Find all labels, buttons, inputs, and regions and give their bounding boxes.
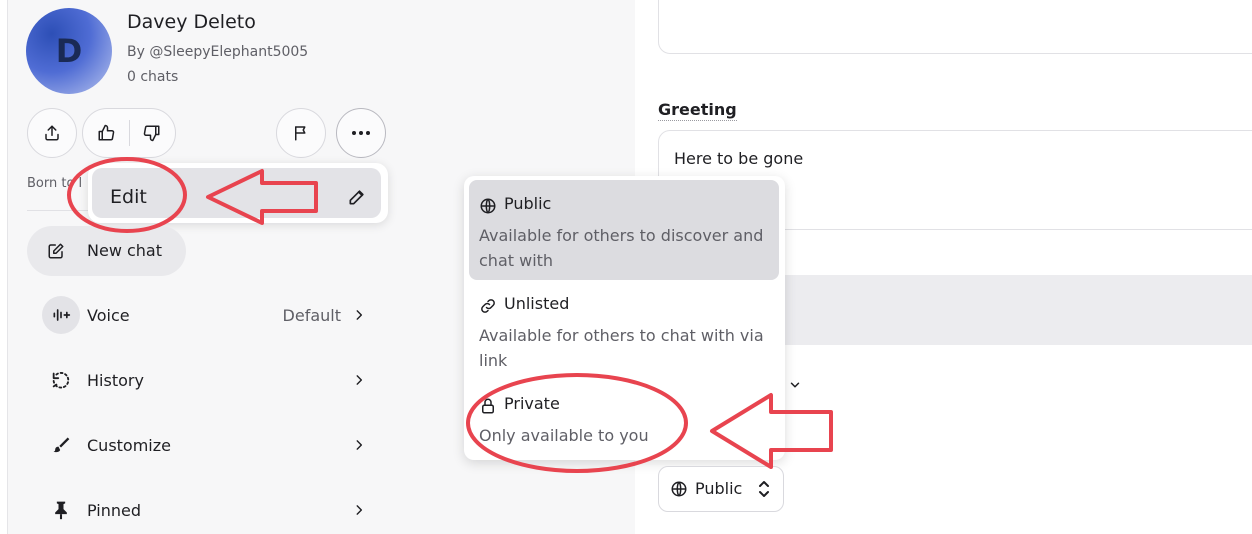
avatar: D — [26, 8, 112, 94]
pin-icon — [55, 501, 67, 520]
lock-icon — [482, 398, 494, 414]
edit-menu-item[interactable]: Edit — [92, 168, 381, 218]
option-title: Private — [504, 394, 560, 413]
avatar-letter: D — [55, 32, 83, 70]
share-button[interactable] — [27, 108, 77, 158]
chevron-up-down-icon — [759, 481, 769, 497]
pencil-icon — [349, 190, 364, 205]
chevron-right-icon — [356, 505, 363, 515]
option-description: Available for others to discover and cha… — [479, 226, 764, 270]
divider — [27, 210, 89, 211]
character-name: Davey Deleto — [127, 11, 256, 33]
like-button[interactable] — [83, 109, 129, 157]
report-button[interactable] — [276, 108, 326, 158]
greeting-text: Here to be gone — [674, 149, 804, 168]
voice-icon-wrapper — [42, 296, 80, 334]
chevron-right-icon — [356, 375, 363, 385]
visibility-selected-label: Public — [695, 479, 743, 498]
history-icon — [52, 372, 70, 389]
visibility-option-unlisted[interactable]: Unlisted Available for others to chat wi… — [469, 280, 779, 380]
compose-icon — [48, 243, 64, 259]
option-title: Unlisted — [504, 294, 570, 313]
voice-waveform-icon — [53, 309, 71, 321]
customize-icon-wrapper — [42, 426, 80, 464]
flag-icon — [295, 126, 306, 141]
hidden-field-row — [778, 275, 1252, 345]
pinned-label: Pinned — [87, 501, 142, 520]
sidebar-item-pinned[interactable]: Pinned — [42, 491, 370, 531]
option-description: Only available to you — [479, 426, 649, 445]
visibility-select[interactable]: Public — [658, 466, 784, 512]
description-field[interactable] — [658, 0, 1252, 54]
history-icon-wrapper — [42, 361, 80, 399]
dislike-button[interactable] — [130, 109, 176, 157]
visibility-dropdown: Public Available for others to discover … — [464, 176, 785, 460]
globe-icon — [480, 198, 496, 214]
voice-value: Default — [282, 306, 341, 325]
history-label: History — [87, 371, 144, 390]
thumbs-up-icon — [98, 124, 114, 141]
character-description: Born to l — [27, 176, 83, 191]
sidebar-item-voice[interactable]: Voice Default — [42, 296, 370, 336]
more-options-button[interactable] — [336, 108, 386, 158]
chevron-right-icon — [356, 310, 363, 320]
chat-count: 0 chats — [127, 69, 179, 85]
sidebar-item-history[interactable]: History — [42, 361, 370, 401]
character-author[interactable]: By @SleepyElephant5005 — [127, 44, 308, 60]
option-title: Public — [504, 194, 552, 213]
greeting-label: Greeting — [658, 100, 737, 121]
customize-label: Customize — [87, 436, 171, 455]
chevron-right-icon — [356, 440, 363, 450]
more-options-menu: Edit — [88, 163, 388, 223]
option-description: Available for others to chat with via li… — [479, 326, 764, 370]
pinned-icon-wrapper — [42, 491, 80, 529]
link-icon — [481, 299, 495, 313]
rating-buttons — [82, 108, 176, 158]
chevron-down-icon[interactable] — [788, 378, 802, 392]
new-chat-label: New chat — [87, 241, 162, 260]
paintbrush-icon — [53, 437, 70, 453]
new-chat-button[interactable]: New chat — [27, 226, 186, 276]
globe-icon — [671, 481, 687, 497]
voice-label: Voice — [87, 306, 130, 325]
visibility-option-private[interactable]: Private Only available to you — [469, 380, 779, 456]
visibility-option-public[interactable]: Public Available for others to discover … — [469, 180, 779, 280]
ellipsis-icon — [352, 131, 370, 135]
edit-label: Edit — [110, 186, 147, 208]
thumbs-down-icon — [144, 125, 160, 142]
sidebar-item-customize[interactable]: Customize — [42, 426, 370, 466]
share-icon — [45, 125, 59, 141]
